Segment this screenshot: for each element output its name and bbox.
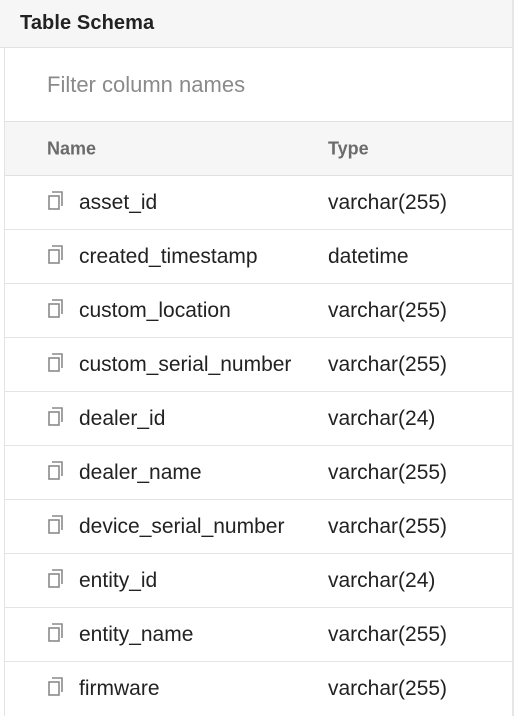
table-row: device_serial_number varchar(255) <box>5 500 512 554</box>
schema-rows: asset_id varchar(255) created_timestamp … <box>5 176 512 716</box>
table-row: asset_id varchar(255) <box>5 176 512 230</box>
column-header-type[interactable]: Type <box>328 138 369 159</box>
copy-icon[interactable] <box>47 623 67 645</box>
copy-icon[interactable] <box>47 353 67 375</box>
column-name: firmware <box>79 677 160 700</box>
table-row: entity_id varchar(24) <box>5 554 512 608</box>
table-header-row: Name Type <box>5 122 512 176</box>
table-row: created_timestamp datetime <box>5 230 512 284</box>
column-name: entity_id <box>79 568 158 592</box>
copy-icon[interactable] <box>47 569 67 591</box>
column-type: datetime <box>328 244 409 268</box>
column-type: varchar(255) <box>328 622 448 646</box>
table-row: custom_serial_number varchar(255) <box>5 338 512 392</box>
filter-column-names-input[interactable] <box>5 48 512 121</box>
table-row: custom_location varchar(255) <box>5 284 512 338</box>
copy-icon[interactable] <box>47 677 67 699</box>
column-type: varchar(24) <box>328 406 436 430</box>
column-name: created_timestamp <box>79 244 258 268</box>
column-name: entity_name <box>79 622 194 646</box>
schema-body: Name Type asset_id varchar(255) created_… <box>4 48 512 716</box>
table-row: firmware varchar(255) <box>5 662 512 716</box>
panel-header: Table Schema <box>0 0 512 48</box>
column-type: varchar(255) <box>328 460 448 484</box>
copy-icon[interactable] <box>47 407 67 429</box>
copy-icon[interactable] <box>47 515 67 537</box>
column-type: varchar(255) <box>328 352 448 376</box>
column-type: varchar(255) <box>328 298 448 322</box>
table-schema-panel: Table Schema Name Type asset_id varchar(… <box>0 0 514 716</box>
column-name: custom_location <box>79 298 231 322</box>
copy-icon[interactable] <box>47 461 67 483</box>
column-name: custom_serial_number <box>79 352 292 376</box>
table-row: dealer_id varchar(24) <box>5 392 512 446</box>
filter-row <box>5 48 512 122</box>
table-row: dealer_name varchar(255) <box>5 446 512 500</box>
column-type: varchar(255) <box>328 514 448 538</box>
column-type: varchar(255) <box>328 190 448 214</box>
column-header-name[interactable]: Name <box>47 138 96 159</box>
column-name: dealer_id <box>79 406 166 430</box>
column-type: varchar(24) <box>328 568 436 592</box>
column-name: device_serial_number <box>79 514 285 538</box>
copy-icon[interactable] <box>47 299 67 321</box>
panel-title: Table Schema <box>20 12 155 34</box>
table-row: entity_name varchar(255) <box>5 608 512 662</box>
column-type: varchar(255) <box>328 677 448 700</box>
copy-icon[interactable] <box>47 191 67 213</box>
column-name: dealer_name <box>79 460 202 484</box>
copy-icon[interactable] <box>47 245 67 267</box>
column-name: asset_id <box>79 190 158 214</box>
